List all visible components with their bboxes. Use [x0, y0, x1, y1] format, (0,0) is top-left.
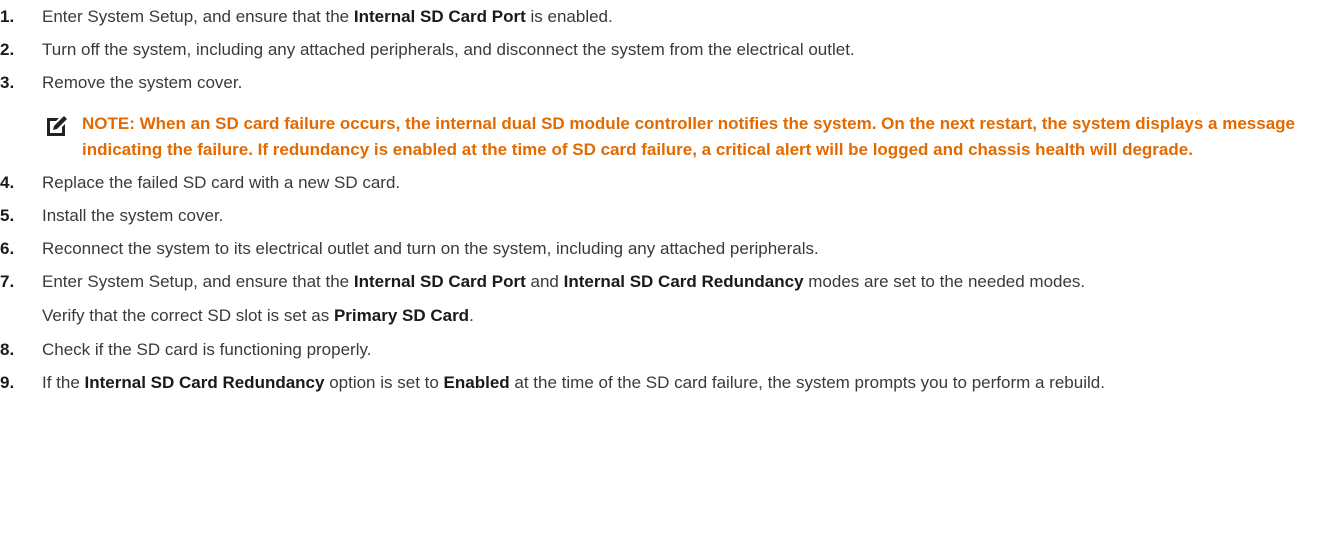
setting-name: Internal SD Card Redundancy — [84, 373, 325, 392]
step-8: 8. Check if the SD card is functioning p… — [0, 337, 1333, 363]
step-number: 7. — [0, 272, 15, 291]
step-7: 7. Enter System Setup, and ensure that t… — [0, 269, 1333, 295]
step-5: 5. Install the system cover. — [0, 203, 1333, 229]
step-number: 8. — [0, 340, 15, 359]
note-callout: NOTE: When an SD card failure occurs, th… — [42, 111, 1333, 163]
step-number: 5. — [0, 206, 15, 225]
setting-name: Primary SD Card — [333, 306, 470, 325]
step-number: 2. — [0, 40, 15, 59]
note-text: NOTE: When an SD card failure occurs, th… — [82, 114, 1295, 159]
step-9: 9. If the Internal SD Card Redundancy op… — [0, 370, 1333, 396]
step-number: 3. — [0, 73, 15, 92]
note-pencil-icon — [47, 116, 67, 136]
step-number: 4. — [0, 173, 15, 192]
step-text: and — [525, 272, 564, 291]
step-7-subtext: Verify that the correct SD slot is set a… — [0, 303, 1333, 329]
step-text: Enter System Setup, and ensure that the — [42, 272, 354, 291]
step-text: modes are set to the needed modes. — [803, 272, 1086, 291]
step-text: option is set to — [324, 373, 444, 392]
step-text: If the — [42, 373, 85, 392]
step-text: is enabled. — [525, 7, 613, 26]
setting-name: Internal SD Card Port — [353, 7, 526, 26]
procedure-document: 1. Enter System Setup, and ensure that t… — [0, 0, 1333, 396]
step-text: at the time of the SD card failure, the … — [509, 373, 1105, 392]
step-text: Replace the failed SD card with a new SD… — [42, 173, 401, 192]
setting-name: Internal SD Card Port — [353, 272, 526, 291]
step-text: Check if the SD card is functioning prop… — [42, 340, 372, 359]
step-text: Remove the system cover. — [42, 73, 243, 92]
step-text: Turn off the system, including any attac… — [42, 40, 855, 59]
step-text: Enter System Setup, and ensure that the — [42, 7, 354, 26]
step-number: 9. — [0, 373, 15, 392]
step-4: 4. Replace the failed SD card with a new… — [0, 170, 1333, 196]
step-3: 3. Remove the system cover. — [0, 70, 1333, 96]
step-1: 1. Enter System Setup, and ensure that t… — [0, 4, 1333, 30]
setting-name: Enabled — [443, 373, 510, 392]
step-number: 6. — [0, 239, 15, 258]
sub-text: Verify that the correct SD slot is set a… — [42, 306, 334, 325]
sub-text: . — [469, 306, 474, 325]
setting-name: Internal SD Card Redundancy — [563, 272, 804, 291]
step-text: Reconnect the system to its electrical o… — [42, 239, 819, 258]
step-2: 2. Turn off the system, including any at… — [0, 37, 1333, 63]
step-6: 6. Reconnect the system to its electrica… — [0, 236, 1333, 262]
step-number: 1. — [0, 7, 15, 26]
step-text: Install the system cover. — [42, 206, 224, 225]
